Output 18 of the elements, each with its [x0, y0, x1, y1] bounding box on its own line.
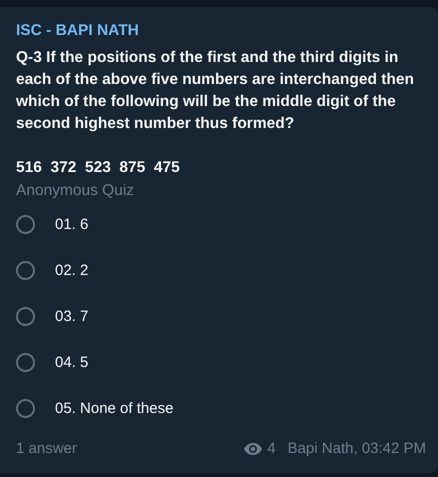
author-time: Bapi Nath, 03:42 PM	[288, 440, 426, 457]
eye-icon	[244, 442, 262, 454]
quiz-type: Anonymous Quiz	[16, 181, 136, 201]
question-text: Q-3 If the positions of the first and the third digits in each of the above five numbers are interchanged then which of the following will be the middle digit of the second highest number thus formed?	[16, 48, 415, 134]
option-label[interactable]: 01. 6	[55, 216, 88, 232]
option-label[interactable]: 02. 2	[55, 262, 88, 278]
option-label[interactable]: 03. 7	[55, 308, 88, 324]
option-label[interactable]: 05. None of these	[55, 400, 174, 416]
radio-button[interactable]	[16, 352, 35, 372]
radio-button[interactable]	[16, 398, 35, 418]
radio-button[interactable]	[16, 260, 35, 280]
channel-name[interactable]: ISC - BAPI NATH	[16, 21, 426, 41]
radio-button[interactable]	[16, 214, 35, 234]
number-list: 516 372 523 875 475	[16, 157, 426, 179]
option-label[interactable]: 04. 5	[55, 354, 88, 370]
answer-count: 1 answer	[16, 440, 77, 457]
view-count: 4	[267, 440, 276, 457]
radio-button[interactable]	[16, 306, 35, 326]
